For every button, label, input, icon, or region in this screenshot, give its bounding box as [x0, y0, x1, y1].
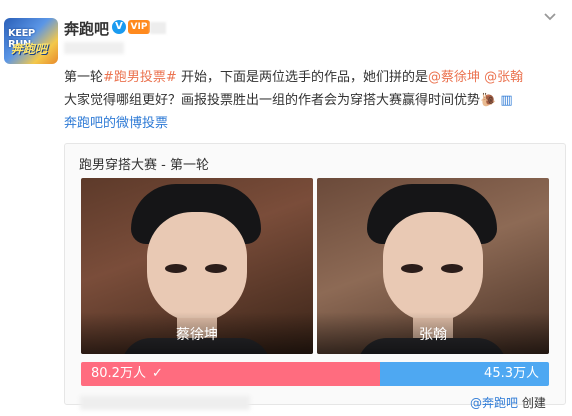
photo-graphic — [165, 264, 187, 273]
avatar-logo-bottom: 奔跑吧 — [11, 42, 48, 56]
mention-link[interactable]: @蔡徐坤 — [428, 70, 480, 85]
snail-emoji-icon: 🐌 — [480, 93, 497, 108]
vote-count: 45.3万人 — [484, 366, 539, 381]
vote-bar-option-2[interactable]: 45.3万人 — [380, 362, 549, 386]
photo-graphic — [205, 264, 227, 273]
vote-creator: @奔跑吧 创建 — [470, 394, 546, 411]
hashtag-link[interactable]: #跑男投票# — [103, 70, 177, 85]
vote-result-bar: 80.2万人 ✓ 45.3万人 — [81, 362, 549, 386]
chart-link-icon[interactable]: ▥ — [500, 93, 512, 108]
vote-bar-option-1[interactable]: 80.2万人 ✓ — [81, 362, 380, 386]
vote-card: 跑男穿搭大赛 - 第一轮 蔡徐坤 张翰 80.2万人 ✓ 45.3万人 — [64, 143, 566, 405]
post-line1-mid: 开始，下面是两位选手的作品，她们拼的是 — [176, 70, 428, 85]
post-line1-prefix: 第一轮 — [64, 70, 104, 85]
blurred-deadline — [80, 396, 250, 410]
chevron-down-icon[interactable] — [540, 10, 560, 30]
fan-badge-icon[interactable]: VIP — [128, 20, 150, 34]
vote-count: 80.2万人 — [91, 366, 146, 381]
photo-graphic — [383, 212, 483, 322]
vote-link[interactable]: 奔跑吧的微博投票 — [64, 112, 168, 135]
option-name: 蔡徐坤 — [176, 327, 218, 343]
blurred-timestamp — [64, 42, 124, 54]
verified-v-icon: V — [112, 20, 126, 34]
photo-graphic — [441, 264, 463, 273]
option-name: 张翰 — [419, 327, 447, 343]
photo-graphic — [401, 264, 423, 273]
creator-suffix: 创建 — [518, 396, 546, 410]
author-name[interactable]: 奔跑吧 — [64, 18, 109, 39]
creator-link[interactable]: @奔跑吧 — [470, 396, 518, 410]
vote-title: 跑男穿搭大赛 - 第一轮 — [79, 158, 209, 173]
blurred-badge — [150, 22, 166, 34]
vote-option-photo[interactable]: 蔡徐坤 — [81, 178, 313, 354]
vote-option-photo[interactable]: 张翰 — [317, 178, 549, 354]
photo-graphic — [147, 212, 247, 322]
mention-link[interactable]: @张翰 — [484, 70, 523, 85]
post-line2: 大家觉得哪组更好？画报投票胜出一组的作者会为穿搭大赛赢得时间优势 — [64, 93, 481, 108]
avatar[interactable]: KEEP RUN 奔跑吧 — [4, 18, 58, 64]
post-text: 第一轮#跑男投票# 开始，下面是两位选手的作品，她们拼的是@蔡徐坤 @张翰 大家… — [64, 66, 564, 112]
check-icon: ✓ — [151, 366, 163, 381]
